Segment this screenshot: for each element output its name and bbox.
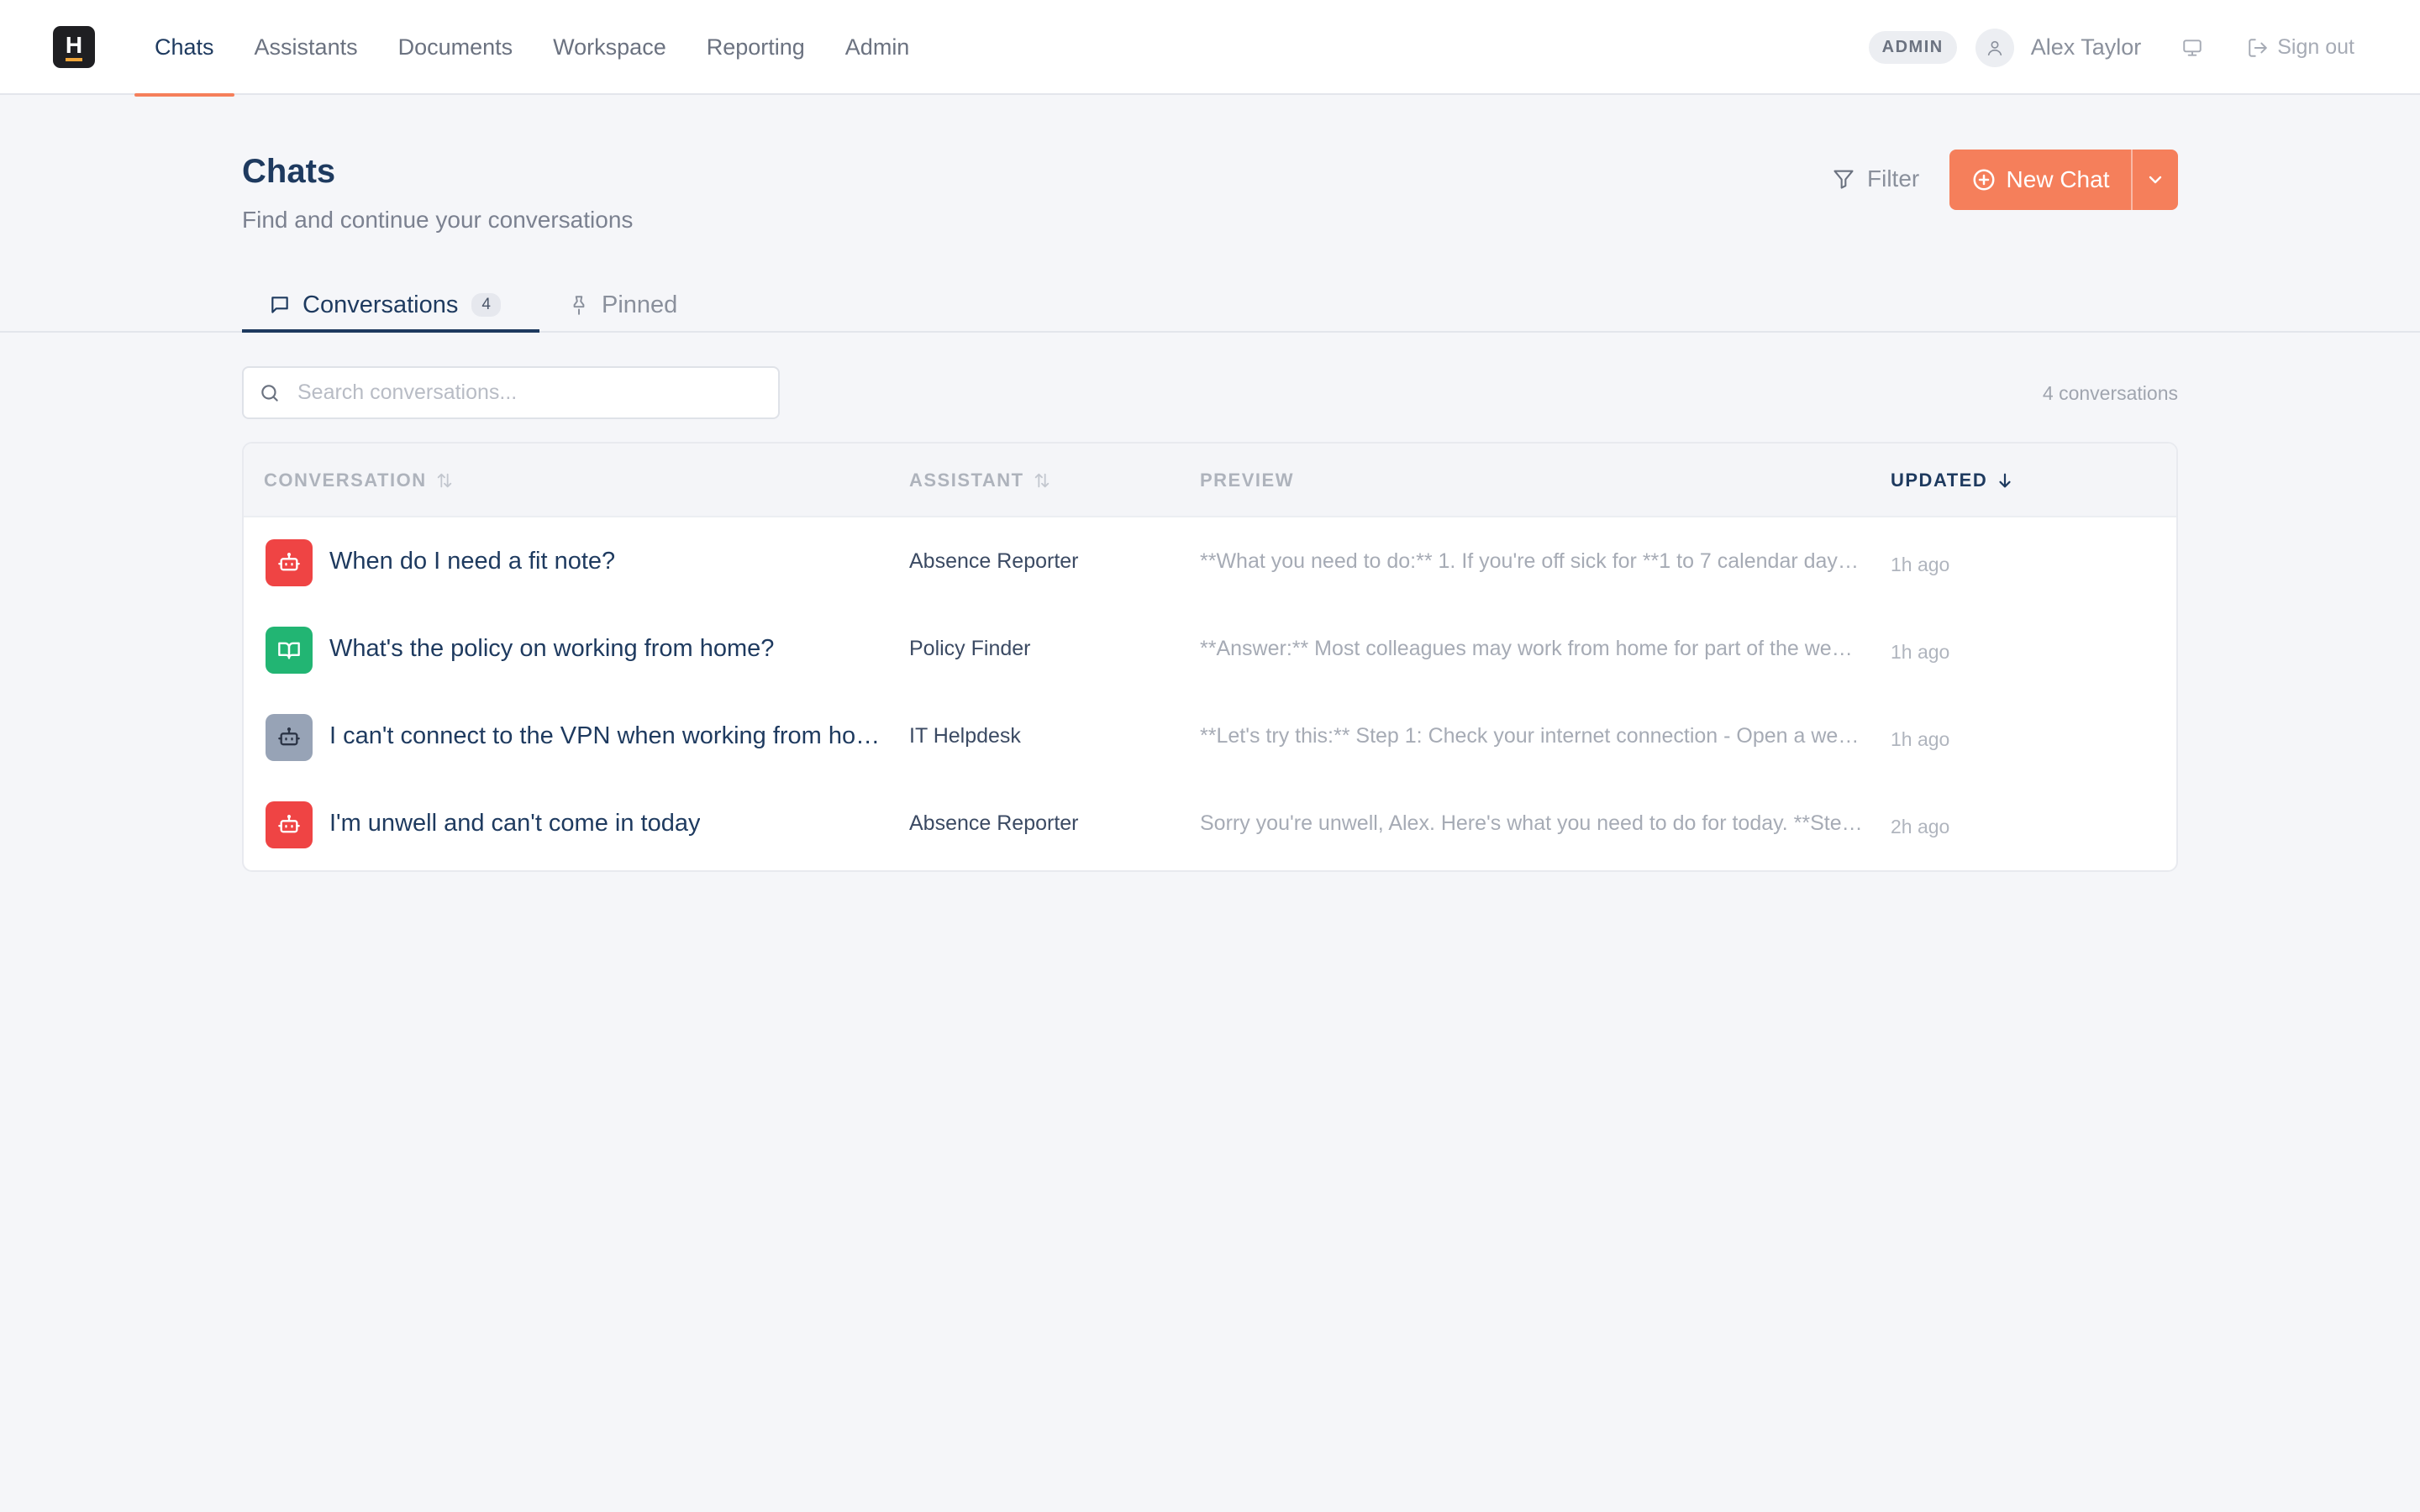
filter-button[interactable]: Filter: [1825, 150, 1926, 208]
user-name[interactable]: Alex Taylor: [2031, 34, 2142, 60]
nav-item-workspace[interactable]: Workspace: [533, 0, 687, 95]
new-chat-split-button: New Chat: [1949, 150, 2178, 210]
chevron-down-icon: [2149, 176, 2162, 184]
app-logo[interactable]: H: [53, 26, 95, 68]
nav-item-assistants[interactable]: Assistants: [234, 0, 378, 95]
search-input[interactable]: [296, 380, 766, 406]
column-header-conversation[interactable]: CONVERSATION: [264, 444, 454, 517]
table-header: CONVERSATION ASSISTANT PREVIEW UPDATED: [244, 444, 2176, 517]
sort-icon: [1034, 473, 1049, 488]
updated-time: 2h ago: [1891, 815, 1950, 837]
main-nav: Chats Assistants Documents Workspace Rep…: [134, 0, 930, 97]
arrow-down-icon: [1999, 473, 2011, 488]
page-title: Chats: [242, 153, 336, 190]
table-row[interactable]: I can't connect to the VPN when working …: [244, 692, 2176, 780]
updated-time: 1h ago: [1891, 727, 1950, 750]
column-header-assistant[interactable]: ASSISTANT: [909, 444, 1051, 517]
conversations-table: CONVERSATION ASSISTANT PREVIEW UPDATED W…: [242, 442, 2178, 872]
message-square-icon: [271, 297, 288, 313]
table-row[interactable]: What's the policy on working from home? …: [244, 605, 2176, 692]
conversation-preview: **Let's try this:** Step 1: Check your i…: [1200, 723, 1864, 748]
log-out-icon: [2249, 38, 2267, 57]
assistant-name: IT Helpdesk: [909, 723, 1021, 748]
role-badge: ADMIN: [1868, 31, 1957, 64]
updated-time: 1h ago: [1891, 640, 1950, 663]
monitor-icon[interactable]: [2181, 37, 2203, 59]
sign-out-label: Sign out: [2277, 35, 2354, 59]
assistant-name: Policy Finder: [909, 636, 1031, 660]
tab-conversations[interactable]: Conversations 4: [242, 277, 539, 333]
nav-item-reporting[interactable]: Reporting: [687, 0, 825, 95]
filter-label: Filter: [1867, 165, 1920, 192]
nav-item-admin[interactable]: Admin: [825, 0, 930, 95]
column-header-conversation-label: CONVERSATION: [264, 470, 427, 491]
conversation-title[interactable]: What's the policy on working from home?: [329, 605, 884, 692]
filter-icon: [1833, 170, 1854, 189]
conversation-title[interactable]: I'm unwell and can't come in today: [329, 780, 884, 867]
user-avatar-icon[interactable]: [1975, 28, 2014, 67]
tab-pinned-label: Pinned: [602, 291, 678, 318]
tab-conversations-label: Conversations: [302, 291, 459, 318]
column-header-updated[interactable]: UPDATED: [1891, 444, 2014, 517]
conversation-preview: **What you need to do:** 1. If you're of…: [1200, 549, 1864, 573]
robot-icon: [266, 539, 313, 586]
user-area: ADMIN Alex Taylor Sign out: [1868, 0, 2354, 95]
assistant-name: Absence Reporter: [909, 549, 1079, 573]
sign-out-button[interactable]: Sign out: [2247, 35, 2354, 60]
new-chat-label: New Chat: [2006, 166, 2110, 192]
search-icon: [261, 384, 278, 402]
new-chat-button[interactable]: New Chat: [1949, 150, 2131, 210]
conversation-preview: Sorry you're unwell, Alex. Here's what y…: [1200, 811, 1864, 835]
updated-time: 1h ago: [1891, 553, 1950, 575]
nav-item-chats[interactable]: Chats: [134, 0, 234, 97]
conversation-preview: **Answer:** Most colleagues may work fro…: [1200, 636, 1864, 660]
robot-icon: [266, 801, 313, 848]
table-row[interactable]: When do I need a fit note? Absence Repor…: [244, 517, 2176, 605]
assistant-name: Absence Reporter: [909, 811, 1079, 835]
search-box: [242, 366, 780, 419]
column-header-assistant-label: ASSISTANT: [909, 470, 1024, 491]
column-header-preview-label: PREVIEW: [1200, 470, 1294, 491]
plus-circle-icon: [1973, 169, 1995, 191]
page-subtitle: Find and continue your conversations: [242, 207, 634, 233]
column-header-updated-label: UPDATED: [1891, 470, 1988, 491]
robot-icon: [266, 714, 313, 761]
top-navigation-bar: H Chats Assistants Documents Workspace R…: [0, 0, 2420, 97]
conversation-count: 4 conversations: [2042, 382, 2178, 404]
column-header-preview: PREVIEW: [1200, 444, 1294, 517]
conversation-title[interactable]: When do I need a fit note?: [329, 517, 884, 605]
conversation-title[interactable]: I can't connect to the VPN when working …: [329, 692, 884, 780]
tab-conversations-count: 4: [471, 293, 501, 317]
logo-letter: H: [65, 33, 83, 61]
book-open-icon: [266, 627, 313, 674]
pin-icon: [573, 296, 585, 315]
sort-icon: [437, 473, 451, 488]
table-row[interactable]: I'm unwell and can't come in today Absen…: [244, 780, 2176, 867]
new-chat-dropdown-button[interactable]: [2131, 150, 2178, 210]
tab-pinned[interactable]: Pinned: [568, 277, 677, 333]
nav-item-documents[interactable]: Documents: [378, 0, 534, 95]
